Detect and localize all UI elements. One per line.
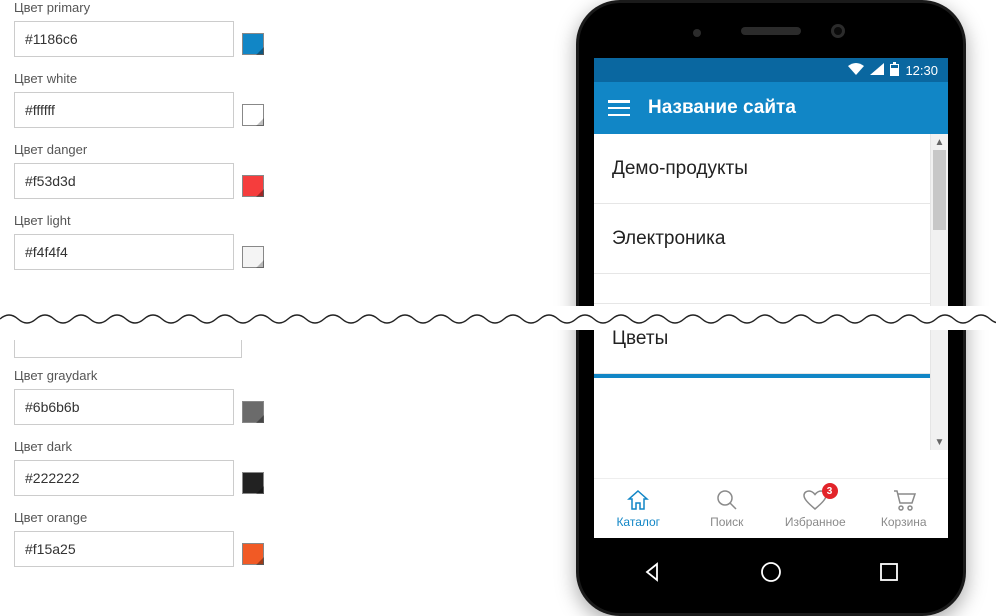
phone-sensor [693, 29, 701, 37]
color-swatch-danger[interactable] [242, 175, 264, 197]
color-label: Цвет light [14, 213, 324, 228]
cart-icon [892, 489, 916, 511]
color-swatch-dark[interactable] [242, 472, 264, 494]
wavy-cut-line [0, 312, 996, 326]
color-settings-panel-top: Цвет primary Цвет white Цвет danger Цвет… [14, 0, 324, 284]
color-field-danger: Цвет danger [14, 142, 324, 199]
color-field-orange: Цвет orange [14, 510, 324, 567]
phone-screen: 12:30 Название сайта Демо-продукты Элект… [594, 58, 948, 538]
nav-recent-icon[interactable] [859, 552, 919, 592]
favorites-badge: 3 [822, 483, 838, 499]
color-input-white[interactable] [14, 92, 234, 128]
loading-bar [594, 374, 948, 378]
app-header: Название сайта [594, 82, 948, 134]
color-input-light[interactable] [14, 234, 234, 270]
tab-label: Каталог [616, 515, 660, 529]
signal-icon [870, 63, 884, 78]
tab-favorites[interactable]: 3 Избранное [771, 479, 860, 538]
color-swatch-orange[interactable] [242, 543, 264, 565]
wifi-icon [848, 63, 864, 78]
scroll-thumb[interactable] [933, 150, 946, 230]
hamburger-icon[interactable] [608, 100, 630, 116]
tab-search[interactable]: Поиск [683, 479, 772, 538]
color-field-graydark: Цвет graydark [14, 368, 324, 425]
app-title: Название сайта [648, 97, 796, 119]
phone-earpiece [741, 27, 801, 35]
color-label: Цвет white [14, 71, 324, 86]
color-label: Цвет danger [14, 142, 324, 157]
catalog-gap [594, 274, 948, 304]
color-label: Цвет dark [14, 439, 324, 454]
nav-back-icon[interactable] [623, 552, 683, 592]
tab-label: Корзина [881, 515, 927, 529]
color-swatch-white[interactable] [242, 104, 264, 126]
color-input-primary[interactable] [14, 21, 234, 57]
color-field-light: Цвет light [14, 213, 324, 270]
color-label: Цвет orange [14, 510, 324, 525]
android-statusbar: 12:30 [594, 58, 948, 82]
color-field-dark: Цвет dark [14, 439, 324, 496]
color-input-orange[interactable] [14, 531, 234, 567]
tab-cart[interactable]: Корзина [860, 479, 949, 538]
catalog-list: Демо-продукты Электроника Цветы ▲ ▼ [594, 134, 948, 450]
color-label: Цвет graydark [14, 368, 324, 383]
truncated-field-stub [14, 340, 242, 358]
home-icon [627, 489, 649, 511]
search-icon [716, 489, 738, 511]
tab-catalog[interactable]: Каталог [594, 479, 683, 538]
scroll-down-icon[interactable]: ▼ [931, 434, 948, 450]
color-swatch-graydark[interactable] [242, 401, 264, 423]
color-input-dark[interactable] [14, 460, 234, 496]
statusbar-time: 12:30 [905, 63, 938, 78]
tab-label: Избранное [785, 515, 846, 529]
color-field-primary: Цвет primary [14, 0, 324, 57]
catalog-item[interactable]: Электроника [594, 204, 948, 274]
color-swatch-primary[interactable] [242, 33, 264, 55]
color-swatch-light[interactable] [242, 246, 264, 268]
android-navbar [594, 548, 948, 596]
color-label: Цвет primary [14, 0, 324, 15]
color-input-danger[interactable] [14, 163, 234, 199]
catalog-item[interactable]: Демо-продукты [594, 134, 948, 204]
tab-label: Поиск [710, 515, 743, 529]
bottom-tabbar: Каталог Поиск 3 Избранное Корзина [594, 478, 948, 538]
color-field-white: Цвет white [14, 71, 324, 128]
color-input-graydark[interactable] [14, 389, 234, 425]
phone-camera [831, 24, 845, 38]
battery-icon [890, 62, 899, 79]
scrollbar[interactable]: ▲ ▼ [930, 134, 948, 450]
scroll-up-icon[interactable]: ▲ [931, 134, 948, 150]
nav-home-icon[interactable] [741, 552, 801, 592]
color-settings-panel-bottom: Цвет graydark Цвет dark Цвет orange [14, 340, 324, 581]
